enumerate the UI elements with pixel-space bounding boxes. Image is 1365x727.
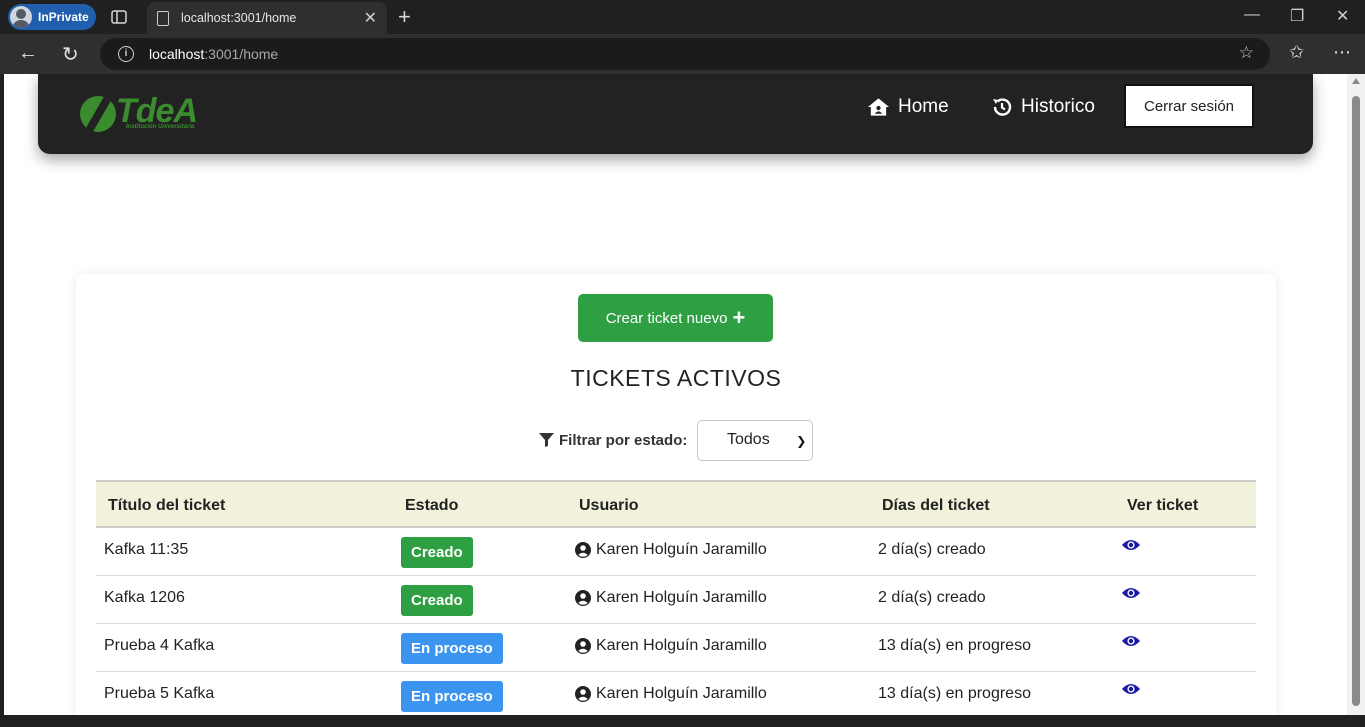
tab-title: localhost:3001/home: [181, 11, 297, 25]
ticket-user: Karen Holguín Jaramillo: [575, 589, 767, 607]
view-ticket-eye-icon[interactable]: [1122, 538, 1140, 552]
ticket-user: Karen Holguín Jaramillo: [575, 685, 767, 703]
status-filter: Filtrar por estado: Todos ❯: [539, 419, 814, 461]
user-circle-icon: [575, 638, 591, 654]
table-row: Prueba 4 Kafka En proceso Karen Holguín …: [96, 624, 1256, 672]
scrollbar-thumb[interactable]: [1352, 96, 1360, 706]
window-bottom-edge: [0, 715, 1365, 727]
header-user: Usuario: [579, 497, 639, 514]
status-badge: En proceso: [401, 633, 503, 664]
tab-actions-icon[interactable]: [110, 8, 128, 26]
ticket-title: Prueba 4 Kafka: [104, 637, 215, 654]
user-circle-icon: [575, 590, 591, 606]
restore-icon[interactable]: ❐: [1290, 6, 1304, 26]
table-row: Kafka 1206 Creado Karen Holguín Jaramill…: [96, 576, 1256, 624]
favorite-star-icon[interactable]: ☆: [1239, 43, 1254, 63]
ticket-user: Karen Holguín Jaramillo: [575, 541, 767, 559]
tickets-card: Crear ticket nuevo + TICKETS ACTIVOS Fil…: [76, 274, 1276, 715]
minimize-icon[interactable]: —: [1244, 6, 1260, 24]
ticket-days: 2 día(s) creado: [878, 541, 986, 558]
close-tab-icon[interactable]: ✕: [364, 8, 377, 28]
status-badge: En proceso: [401, 681, 503, 712]
create-ticket-label: Crear ticket nuevo: [605, 309, 728, 327]
ticket-title: Kafka 1206: [104, 589, 185, 606]
status-filter-select[interactable]: Todos ❯: [697, 419, 814, 461]
status-badge: Creado: [401, 585, 473, 616]
window-close-icon[interactable]: ✕: [1336, 6, 1349, 26]
chevron-down-icon: ❯: [796, 433, 807, 448]
ticket-days: 2 día(s) creado: [878, 589, 986, 606]
history-icon: [993, 98, 1012, 116]
table-row: Kafka 11:35 Creado Karen Holguín Jaramil…: [96, 528, 1256, 576]
plus-icon: +: [732, 305, 746, 330]
table-header: Título del ticket Estado Usuario Días de…: [96, 480, 1256, 528]
browser-tab[interactable]: localhost:3001/home ✕: [147, 2, 387, 34]
refresh-icon[interactable]: ↻: [62, 42, 79, 67]
nav-home-label: Home: [898, 96, 949, 117]
ticket-user: Karen Holguín Jaramillo: [575, 637, 767, 655]
filter-label: Filtrar por estado:: [559, 431, 688, 449]
header-view: Ver ticket: [1127, 497, 1199, 514]
scroll-up-arrow-icon[interactable]: [1352, 78, 1360, 84]
address-bar[interactable]: i localhost:3001/home ☆: [100, 38, 1270, 70]
nav-historico-label: Historico: [1021, 96, 1095, 117]
status-badge: Creado: [401, 537, 473, 568]
browser-toolbar: ← ↻ i localhost:3001/home ☆ ✩ ⋯: [0, 34, 1365, 74]
header-status: Estado: [405, 497, 459, 514]
header-days: Días del ticket: [882, 497, 990, 514]
user-circle-icon: [575, 686, 591, 702]
logo-mark-icon: [80, 96, 116, 132]
user-circle-icon: [575, 542, 591, 558]
nav-home-link[interactable]: Home: [867, 96, 949, 118]
filter-selected-value: Todos: [727, 431, 770, 448]
new-tab-icon[interactable]: +: [398, 4, 411, 30]
back-icon[interactable]: ←: [18, 42, 38, 65]
table-row: Prueba 5 Kafka En proceso Karen Holguín …: [96, 672, 1256, 715]
nav-historico-link[interactable]: Historico: [991, 96, 1095, 118]
site-info-icon[interactable]: i: [118, 46, 134, 62]
create-ticket-button[interactable]: Crear ticket nuevo +: [578, 294, 773, 342]
logo-subtext: Institución Universitaria: [126, 124, 195, 130]
ticket-days: 13 día(s) en progreso: [878, 637, 1031, 654]
ticket-title: Kafka 11:35: [104, 541, 189, 558]
page-viewport: TdeA Institución Universitaria Home Hist…: [4, 74, 1347, 715]
logout-button[interactable]: Cerrar sesión: [1124, 84, 1254, 128]
inprivate-label: InPrivate: [38, 10, 89, 24]
more-menu-icon[interactable]: ⋯: [1333, 42, 1351, 63]
header-title: Título del ticket: [108, 497, 226, 514]
view-ticket-eye-icon[interactable]: [1122, 682, 1140, 696]
view-ticket-eye-icon[interactable]: [1122, 634, 1140, 648]
favorites-icon[interactable]: ✩: [1289, 42, 1304, 63]
profile-avatar-icon: [10, 6, 32, 28]
filter-icon: [539, 433, 554, 447]
view-ticket-eye-icon[interactable]: [1122, 586, 1140, 600]
browser-tab-bar: InPrivate localhost:3001/home ✕ + — ❐ ✕: [0, 0, 1365, 34]
tdea-logo[interactable]: TdeA Institución Universitaria: [80, 92, 230, 134]
navbar: TdeA Institución Universitaria Home Hist…: [38, 74, 1313, 154]
url-text: localhost:3001/home: [149, 46, 279, 62]
page-title: TICKETS ACTIVOS: [570, 365, 782, 391]
home-icon: [867, 98, 890, 116]
page-icon: [157, 10, 169, 26]
inprivate-badge[interactable]: InPrivate: [8, 4, 96, 30]
vertical-scrollbar[interactable]: [1347, 74, 1365, 715]
tickets-table: Título del ticket Estado Usuario Días de…: [96, 480, 1256, 715]
ticket-title: Prueba 5 Kafka: [104, 685, 215, 702]
ticket-days: 13 día(s) en progreso: [878, 685, 1031, 702]
